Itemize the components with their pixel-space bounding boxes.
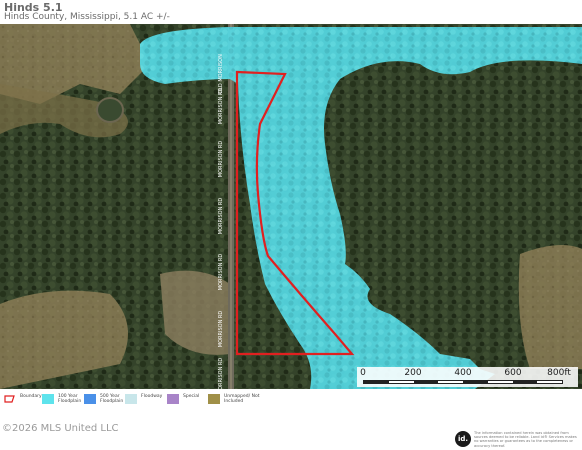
scale-bar: 0 200 400 600 800ft [357, 367, 578, 387]
road-label-morrison: MORRISON RD [218, 198, 224, 235]
copyright-text: ©2026 MLS United LLC [2, 423, 119, 434]
road-label-morrison: MORRISON RD [218, 254, 224, 291]
map-header: Hinds 5.1 Hinds County, Mississippi, 5.1… [0, 0, 582, 24]
swatch-floodway-icon [125, 394, 137, 404]
road-label-morrison: MORRISON RD [218, 141, 224, 178]
road-label-morrison: MORRISON RD [218, 358, 224, 389]
map-legend: Boundary 100 Year Floodplain 500 Year Fl… [0, 392, 582, 414]
swatch-100yr-icon [42, 394, 54, 404]
map-canvas: OLD MORRISON MORRISON RD MORRISON RD MOR… [0, 24, 582, 389]
scale-label-200: 200 [404, 368, 422, 378]
scale-label-600: 600 [504, 368, 522, 378]
road-label-morrison: MORRISON RD [218, 88, 224, 125]
land-id-logo: id. [455, 431, 471, 447]
field-east [518, 245, 582, 369]
scale-bar-graphic [363, 380, 563, 384]
road-label-morrison: MORRISON RD [218, 311, 224, 348]
map-subtitle: Hinds County, Mississippi, 5.1 AC +/- [4, 12, 170, 22]
swatch-500yr-icon [84, 394, 96, 404]
legend-item-unmapped: Unmapped/ Not Included [208, 394, 264, 404]
disclaimer-text: The information contained herein was obt… [474, 431, 577, 448]
swatch-special-icon [167, 394, 179, 404]
scale-label-400: 400 [454, 368, 472, 378]
swatch-unmapped-icon [208, 394, 220, 404]
boundary-swatch-icon [4, 395, 15, 403]
scale-label-800ft: 800ft [547, 368, 571, 378]
pond [96, 97, 124, 123]
legend-label: Unmapped/ Not Included [224, 394, 260, 404]
aerial-map[interactable]: OLD MORRISON MORRISON RD MORRISON RD MOR… [0, 24, 582, 389]
scale-label-0: 0 [360, 368, 366, 378]
